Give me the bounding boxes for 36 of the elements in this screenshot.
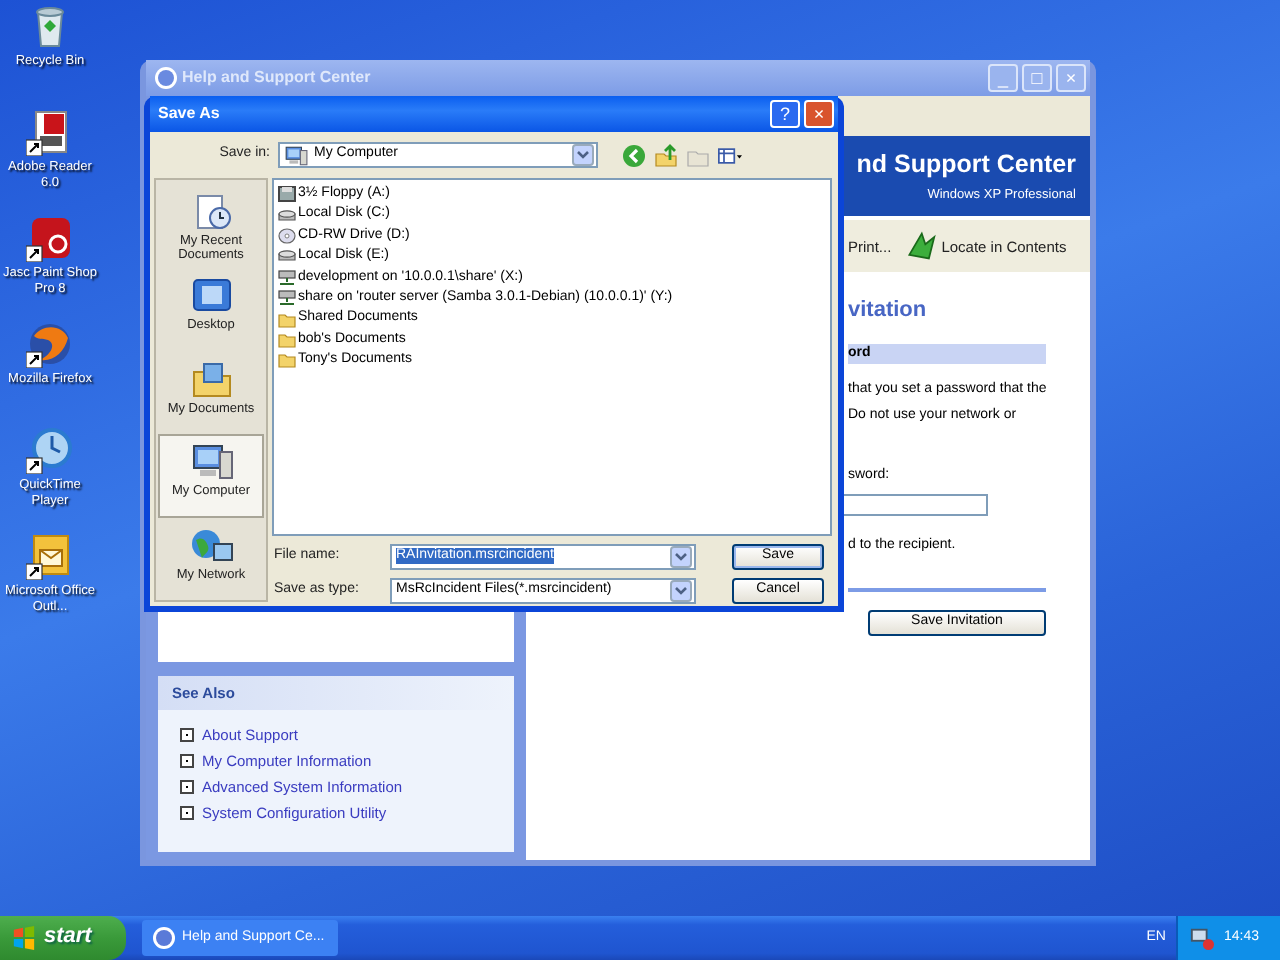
close-button[interactable]: × (804, 100, 834, 128)
desktop-icon (189, 276, 233, 316)
network-drive-icon (278, 269, 296, 286)
arrow-icon (903, 230, 936, 262)
bullet-icon (180, 728, 194, 742)
drive-icon (278, 248, 296, 265)
computer-icon (284, 143, 308, 167)
clock-icon (26, 426, 74, 474)
view-menu-icon (718, 143, 742, 167)
drive-icon (278, 207, 296, 224)
window-title: Help and Support Center (182, 68, 371, 88)
network-globe-icon (189, 525, 233, 565)
view-menu-button[interactable] (718, 143, 742, 167)
bullet-icon (180, 754, 194, 768)
paint-icon (26, 214, 74, 262)
folder-icon (189, 359, 233, 399)
help-icon (152, 926, 176, 950)
bullet-icon (180, 806, 194, 820)
floppy-icon (278, 186, 296, 203)
computer-icon (189, 442, 233, 482)
password-field[interactable] (840, 494, 988, 516)
page-heading: vitation (848, 296, 927, 324)
globe-icon (26, 320, 74, 368)
bullet-icon (180, 780, 194, 794)
title-bar-button[interactable]: ? (770, 100, 800, 128)
windows-flag-icon (12, 926, 36, 950)
banner-title: nd Support Center (856, 148, 1076, 180)
envelope-icon (26, 532, 74, 580)
window-title: Save As (158, 104, 220, 124)
network-icon (1190, 926, 1214, 950)
help-icon (154, 66, 178, 90)
disc-icon (278, 227, 296, 244)
back-button[interactable] (622, 143, 646, 167)
up-folder-button[interactable] (654, 143, 678, 167)
network-drive-icon (278, 290, 296, 307)
up-folder-icon (654, 143, 678, 167)
